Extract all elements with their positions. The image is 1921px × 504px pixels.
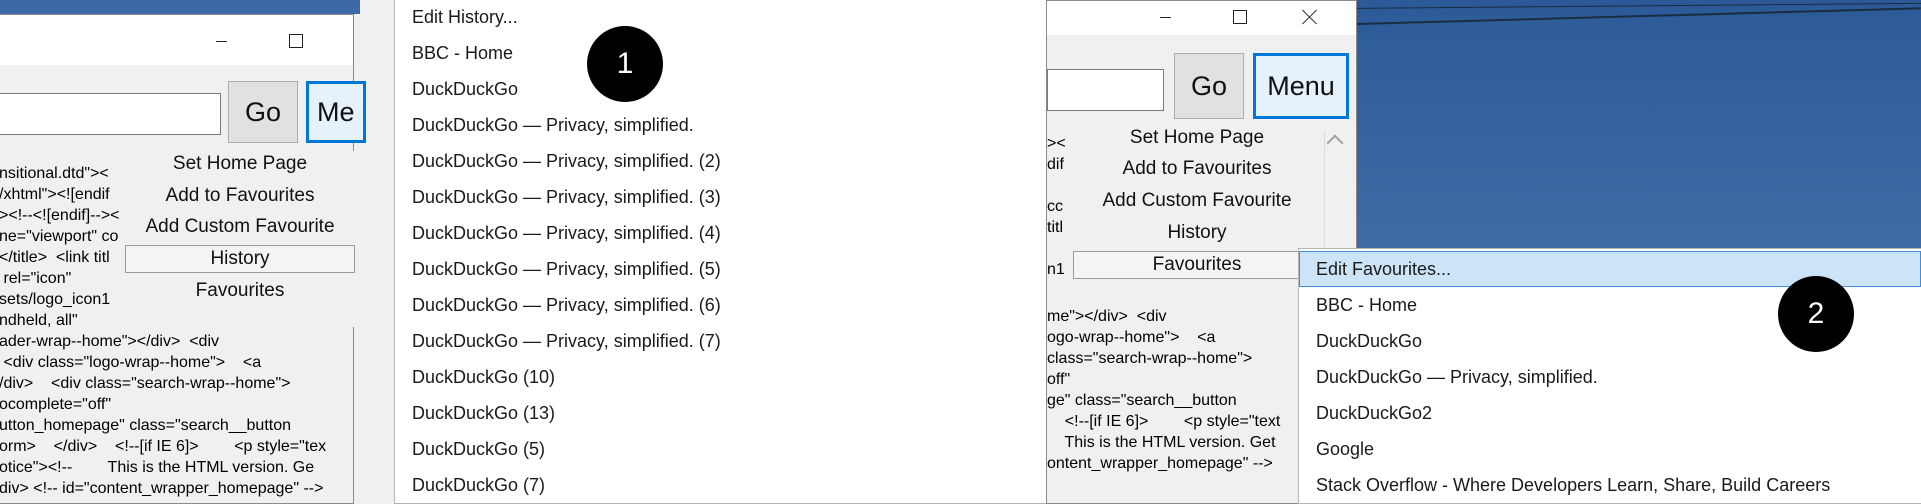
menu-item-add-to-favourites[interactable]: Add to Favourites	[125, 183, 355, 209]
favourites-item[interactable]: Google	[1299, 431, 1921, 467]
menu-button-label: Menu	[1267, 70, 1335, 101]
menu-item-set-home-page[interactable]: Set Home Page	[1073, 125, 1321, 151]
title-bar	[1047, 1, 1356, 35]
menu-item-history[interactable]: History	[1073, 220, 1321, 246]
menu-item-add-custom-favourite[interactable]: Add Custom Favourite	[125, 214, 355, 240]
page-source-text: me"></div> <div ogo-wrap--home"> <a clas…	[1047, 308, 1281, 472]
history-item[interactable]: DuckDuckGo — Privacy, simplified. (3)	[395, 179, 1047, 215]
favourites-item[interactable]: Stack Overflow - Where Developers Learn,…	[1299, 467, 1921, 503]
history-item[interactable]: DuckDuckGo — Privacy, simplified. (7)	[395, 323, 1047, 359]
step-callout-1: 1	[587, 26, 663, 102]
step-callout-2: 2	[1778, 276, 1854, 352]
favourites-item[interactable]: DuckDuckGo — Privacy, simplified.	[1299, 359, 1921, 395]
menu-button[interactable]: Me	[306, 81, 366, 143]
history-item[interactable]: DuckDuckGo — Privacy, simplified.	[395, 107, 1047, 143]
history-item[interactable]: DuckDuckGo (10)	[395, 359, 1047, 395]
history-item[interactable]: DuckDuckGo	[395, 71, 1047, 107]
step-callout-number: 1	[616, 47, 634, 80]
go-button-label: Go	[244, 96, 282, 127]
go-button[interactable]: Go	[228, 81, 298, 143]
page-source-fragment: >< dif cc titl n1	[1047, 135, 1066, 278]
title-bar	[0, 15, 353, 65]
minimize-icon	[1159, 16, 1171, 18]
desktop-strip	[0, 0, 360, 14]
address-input[interactable]	[0, 93, 221, 135]
history-item[interactable]: DuckDuckGo — Privacy, simplified. (5)	[395, 251, 1047, 287]
history-item[interactable]: DuckDuckGo — Privacy, simplified. (4)	[395, 215, 1047, 251]
menu-item-history[interactable]: History	[125, 245, 355, 273]
maximize-icon	[1233, 10, 1247, 24]
history-item[interactable]: DuckDuckGo (5)	[395, 431, 1047, 467]
maximize-button[interactable]	[1217, 1, 1263, 33]
minimize-button[interactable]	[1142, 1, 1188, 33]
history-item[interactable]: DuckDuckGo — Privacy, simplified. (6)	[395, 287, 1047, 323]
menu-panel: Set Home Page Add to Favourites Add Cust…	[1073, 125, 1321, 281]
menu-item-add-to-favourites[interactable]: Add to Favourites	[1073, 156, 1321, 182]
address-input[interactable]	[1047, 69, 1164, 111]
go-button[interactable]: Go	[1174, 53, 1244, 119]
menu-button[interactable]: Menu	[1253, 53, 1349, 119]
history-item[interactable]: DuckDuckGo — Privacy, simplified. (2)	[395, 143, 1047, 179]
menu-item-favourites[interactable]: Favourites	[1073, 251, 1321, 279]
step-callout-number: 2	[1807, 297, 1825, 330]
history-dropdown: Edit History... BBC - Home DuckDuckGo Du…	[394, 0, 1048, 504]
minimize-button[interactable]	[198, 25, 244, 57]
menu-button-label: Me	[317, 96, 355, 127]
menu-panel: Set Home Page Add to Favourites Add Cust…	[125, 151, 355, 327]
history-edit-item[interactable]: Edit History...	[395, 0, 1047, 35]
go-button-label: Go	[1190, 70, 1228, 101]
maximize-button[interactable]	[273, 25, 319, 57]
close-button[interactable]	[1287, 1, 1333, 33]
favourites-item[interactable]: DuckDuckGo2	[1299, 395, 1921, 431]
history-item[interactable]: BBC - Home	[395, 35, 1047, 71]
menu-item-set-home-page[interactable]: Set Home Page	[125, 151, 355, 177]
history-item[interactable]: DuckDuckGo (7)	[395, 467, 1047, 503]
maximize-icon	[289, 34, 303, 48]
menu-item-add-custom-favourite[interactable]: Add Custom Favourite	[1073, 188, 1321, 214]
menu-item-favourites[interactable]: Favourites	[125, 278, 355, 304]
close-icon	[1302, 9, 1318, 25]
browser-window-left: Go Me nsitional.dtd">< /xhtml"><![endif …	[0, 14, 366, 504]
history-item[interactable]: DuckDuckGo (13)	[395, 395, 1047, 431]
scroll-up-icon[interactable]	[1326, 134, 1344, 152]
minimize-icon	[215, 40, 227, 42]
